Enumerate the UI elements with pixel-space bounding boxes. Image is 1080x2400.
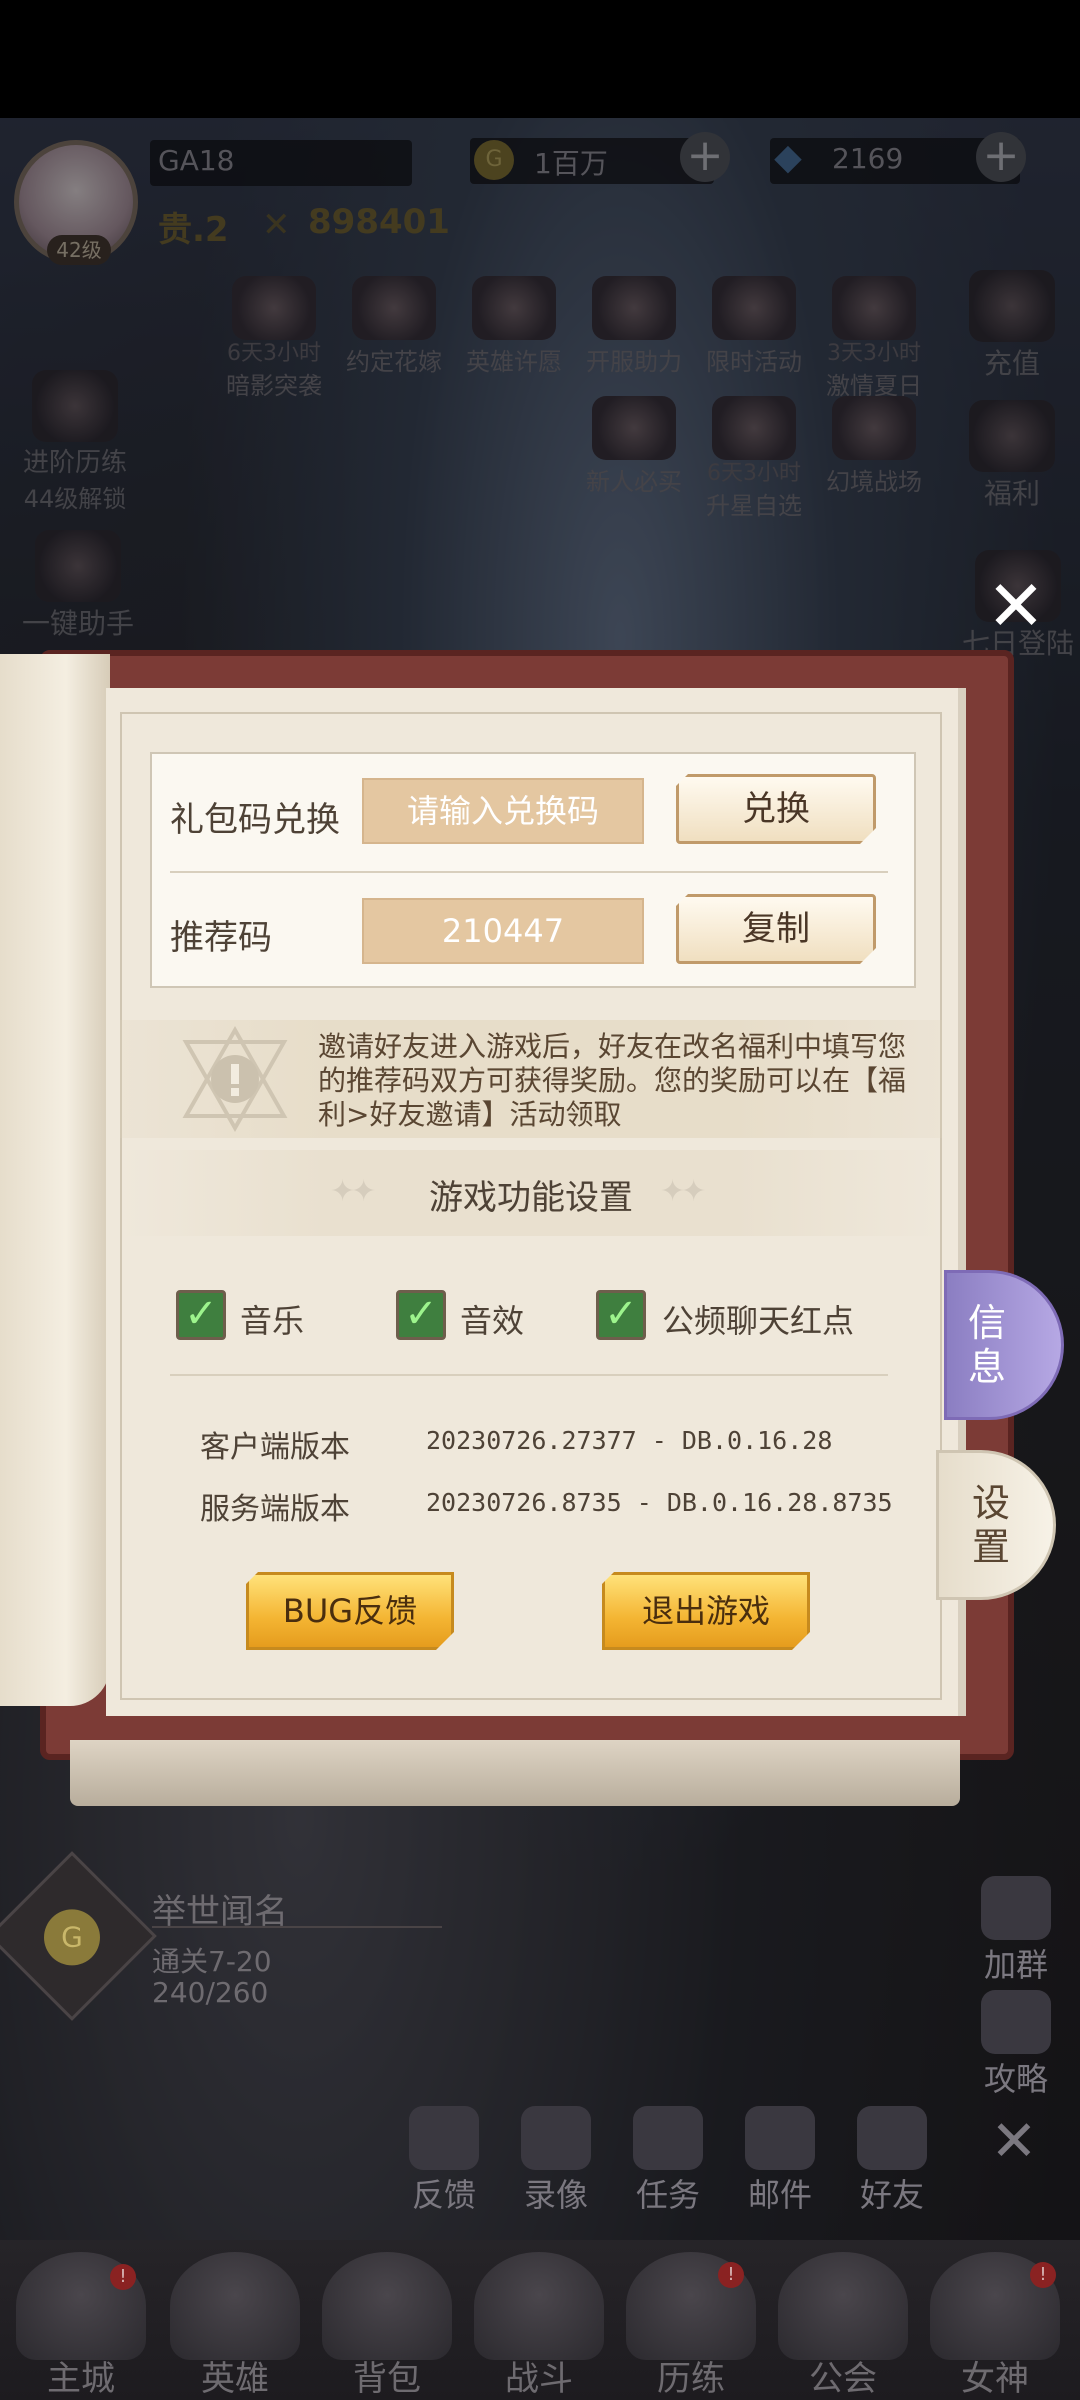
join-group[interactable]: 加群 — [968, 1876, 1064, 1986]
copy-button[interactable]: 复制 — [676, 894, 876, 964]
settings-divider — [170, 1374, 888, 1376]
crossed-swords-icon — [474, 2252, 604, 2360]
mail-icon — [745, 2106, 815, 2170]
notification-dot: ! — [718, 2262, 744, 2288]
gift-code-label: 礼包码兑换 — [170, 800, 340, 840]
notification-dot: ! — [110, 2264, 136, 2290]
join-group-label: 加群 — [983, 1946, 1048, 1984]
nav-goddess[interactable]: 女神 ! — [930, 2252, 1060, 2399]
quest-stage: 通关7-20 — [152, 1945, 272, 1978]
friends-icon — [857, 2106, 927, 2170]
shortcut-feedback[interactable]: 反馈 — [396, 2106, 492, 2216]
gold-coin-icon: G — [44, 1909, 100, 1966]
nav-label: 背包 — [353, 2359, 421, 2399]
shortcut-tasks[interactable]: 任务 — [620, 2106, 716, 2216]
book-pages — [70, 1740, 960, 1806]
tab-settings-label: 设置 — [971, 1481, 1010, 1569]
book-icon — [981, 1990, 1051, 2054]
camera-icon — [521, 2106, 591, 2170]
nav-guild[interactable]: 公会 — [778, 2252, 908, 2399]
sparkle-right-icon: ✦✦ — [660, 1174, 706, 1209]
redeem-button[interactable]: 兑换 — [676, 774, 876, 844]
nav-label: 公会 — [809, 2359, 877, 2399]
client-version-value: 20230726.27377 - DB.0.16.28 — [426, 1426, 833, 1455]
server-version-value: 20230726.8735 - DB.0.16.28.8735 — [426, 1488, 893, 1517]
hero-icon — [170, 2252, 300, 2360]
notification-dot: ! — [1030, 2262, 1056, 2288]
quest-divider — [152, 1926, 442, 1928]
nav-main-city[interactable]: 主城 ! — [16, 2252, 146, 2399]
exit-game-button[interactable]: 退出游戏 — [602, 1572, 810, 1650]
shortcut-label: 录像 — [523, 2176, 588, 2214]
nav-label: 主城 — [47, 2359, 115, 2399]
tab-info-label: 信息 — [967, 1301, 1006, 1389]
shortcut-friends[interactable]: 好友 — [844, 2106, 940, 2216]
nav-trials[interactable]: 历练 ! — [626, 2252, 756, 2399]
referral-code-field: 210447 — [362, 898, 644, 964]
quest-progress: 240/260 — [152, 1976, 269, 2009]
status-bar — [0, 0, 1080, 118]
nav-label: 历练 — [657, 2359, 725, 2399]
nav-label: 英雄 — [201, 2359, 269, 2399]
referral-label: 推荐码 — [170, 918, 272, 958]
feedback-icon — [409, 2106, 479, 2170]
client-version-label: 客户端版本 — [200, 1430, 350, 1465]
nav-heroes[interactable]: 英雄 — [170, 2252, 300, 2399]
penguin-icon — [981, 1876, 1051, 1940]
shortcut-mail[interactable]: 邮件 — [732, 2106, 828, 2216]
chat-dot-label: 公频聊天红点 — [662, 1302, 855, 1340]
shortcut-replay[interactable]: 录像 — [508, 2106, 604, 2216]
referral-notice-text: 邀请好友进入游戏后，好友在改名福利中填写您的推荐码双方可获得奖励。您的奖励可以在… — [318, 1030, 907, 1131]
backpack-icon — [322, 2252, 452, 2360]
code-divider — [170, 871, 888, 873]
guild-shield-icon — [778, 2252, 908, 2360]
book-left-page — [0, 654, 110, 1706]
bug-report-button[interactable]: BUG反馈 — [246, 1572, 454, 1650]
chat-dot-checkbox[interactable]: ✓ — [596, 1290, 646, 1340]
nav-label: 战斗 — [505, 2359, 573, 2399]
shortcut-label: 好友 — [859, 2176, 924, 2214]
server-version-label: 服务端版本 — [200, 1492, 350, 1527]
nav-battle[interactable]: 战斗 — [474, 2252, 604, 2399]
collapse-menu-icon[interactable]: ✕ — [966, 2110, 1062, 2174]
nav-backpack[interactable]: 背包 — [322, 2252, 452, 2399]
nav-label: 女神 — [961, 2359, 1029, 2399]
close-icon[interactable]: ✕ — [978, 568, 1054, 644]
music-checkbox[interactable]: ✓ — [176, 1290, 226, 1340]
shortcut-label: 邮件 — [747, 2176, 812, 2214]
music-label: 音乐 — [240, 1302, 305, 1340]
guide-label: 攻略 — [983, 2060, 1048, 2098]
gift-code-input[interactable]: 请输入兑换码 — [362, 778, 644, 844]
task-icon — [633, 2106, 703, 2170]
shortcut-label: 反馈 — [411, 2176, 476, 2214]
sfx-label: 音效 — [460, 1302, 525, 1340]
warning-icon — [182, 1025, 288, 1133]
sfx-checkbox[interactable]: ✓ — [396, 1290, 446, 1340]
guide[interactable]: 攻略 — [968, 1990, 1064, 2100]
settings-title: 游戏功能设置 — [429, 1178, 633, 1218]
shortcut-label: 任务 — [635, 2176, 700, 2214]
settings-header: ✦✦ 游戏功能设置 ✦✦ — [120, 1150, 942, 1236]
